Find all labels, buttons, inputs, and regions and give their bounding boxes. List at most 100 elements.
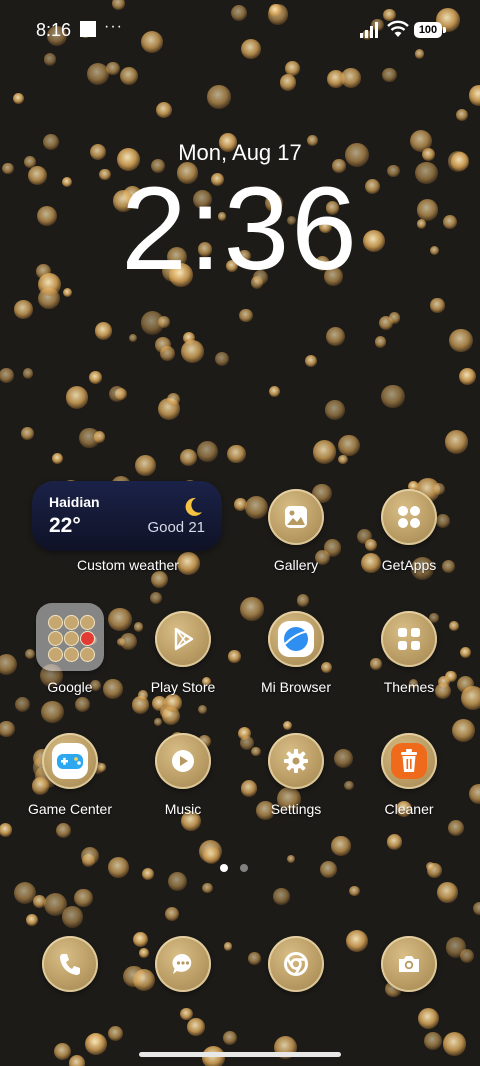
trash-icon	[391, 743, 427, 779]
bokeh-light	[273, 888, 291, 905]
gallery-label: Gallery	[273, 557, 319, 573]
bokeh-light	[120, 633, 137, 650]
folder-app-icon	[80, 615, 95, 630]
bokeh-light	[452, 719, 476, 743]
bokeh-light	[345, 930, 368, 953]
camera-dock-icon[interactable]	[381, 936, 437, 992]
bokeh-light	[24, 648, 35, 659]
bokeh-light	[202, 883, 213, 894]
bokeh-light	[15, 697, 31, 713]
phone-dock-icon[interactable]	[42, 936, 98, 992]
bokeh-light	[382, 67, 397, 83]
cleaner-app-icon[interactable]	[381, 733, 437, 789]
mi-browser-icon	[278, 621, 314, 657]
bokeh-light	[164, 906, 180, 922]
settings-label: Settings	[270, 801, 322, 817]
bokeh-light	[423, 1031, 443, 1051]
bokeh-light	[449, 328, 473, 353]
bokeh-light	[14, 300, 33, 319]
bokeh-light	[157, 315, 171, 329]
camera-icon	[399, 956, 419, 972]
weather-temperature: 22°	[49, 514, 81, 537]
bokeh-light	[448, 819, 465, 836]
getapps-app-icon[interactable]	[381, 489, 437, 545]
bokeh-light	[120, 67, 139, 86]
weather-widget[interactable]: Haidian 22° Good 21	[32, 481, 222, 551]
folder-app-icon	[64, 615, 79, 630]
bokeh-light	[305, 355, 318, 368]
game-center-app-icon[interactable]	[42, 733, 98, 789]
folder-app-icon	[48, 647, 63, 662]
gallery-icon	[285, 506, 307, 528]
bokeh-light	[128, 333, 138, 343]
chrome-dock-icon[interactable]	[268, 936, 324, 992]
bokeh-light	[0, 720, 15, 738]
bokeh-light	[469, 784, 480, 804]
status-bar: 8:16 ··· 100	[0, 0, 480, 60]
bokeh-light	[180, 1007, 193, 1021]
bokeh-light	[79, 427, 100, 448]
bokeh-light	[108, 1025, 124, 1041]
bokeh-light	[196, 441, 218, 463]
bokeh-light	[325, 400, 345, 420]
clock-time[interactable]: 2:36	[0, 170, 480, 288]
bokeh-light	[68, 1055, 86, 1066]
mi-browser-app-icon[interactable]	[268, 611, 324, 667]
more-notifications-icon: ···	[104, 18, 123, 35]
bokeh-light	[341, 67, 361, 88]
page-indicator[interactable]	[0, 862, 480, 874]
messages-dock-icon[interactable]	[155, 936, 211, 992]
bokeh-light	[89, 371, 102, 384]
status-time: 8:16	[36, 20, 72, 40]
cellular-signal-icon	[360, 22, 378, 38]
bokeh-light	[12, 93, 25, 105]
bokeh-light	[0, 654, 17, 676]
play-store-app-icon[interactable]	[155, 611, 211, 667]
bokeh-light	[109, 386, 125, 403]
bokeh-light	[280, 74, 297, 91]
bokeh-light	[153, 717, 163, 727]
bokeh-light	[356, 528, 372, 544]
bokeh-light	[94, 322, 112, 340]
bokeh-light	[334, 748, 354, 768]
bokeh-light	[444, 429, 469, 454]
bokeh-light	[222, 1030, 238, 1046]
home-indicator-bar[interactable]	[139, 1052, 341, 1057]
page-dot[interactable]	[220, 864, 228, 872]
bokeh-light	[455, 108, 469, 122]
getapps-label: GetApps	[381, 557, 437, 573]
wifi-icon	[387, 20, 409, 37]
bokeh-light	[133, 931, 149, 947]
bokeh-light	[338, 455, 348, 465]
bokeh-light	[473, 902, 480, 916]
themes-app-icon[interactable]	[381, 611, 437, 667]
settings-app-icon[interactable]	[268, 733, 324, 789]
moon-icon	[185, 497, 202, 516]
bokeh-light	[65, 386, 89, 409]
bokeh-light	[26, 914, 39, 926]
gallery-app-icon[interactable]	[268, 489, 324, 545]
bokeh-light	[74, 888, 93, 907]
weather-widget-label: Custom weather	[77, 557, 179, 573]
bokeh-light	[430, 298, 445, 313]
bokeh-light	[240, 780, 258, 797]
bokeh-light	[21, 427, 34, 440]
bokeh-light	[325, 326, 345, 346]
bokeh-light	[0, 823, 13, 837]
bokeh-light	[41, 700, 64, 723]
getapps-icon	[398, 506, 420, 528]
music-app-icon[interactable]	[155, 733, 211, 789]
bokeh-light	[239, 597, 264, 621]
bokeh-light	[197, 704, 208, 715]
bokeh-light	[320, 662, 333, 674]
bokeh-light	[53, 1042, 71, 1060]
bokeh-light	[388, 312, 401, 324]
message-bubble-icon	[172, 953, 192, 974]
page-dot[interactable]	[240, 864, 248, 872]
bokeh-light	[432, 482, 446, 496]
bokeh-light	[370, 658, 382, 670]
google-folder[interactable]	[36, 603, 104, 671]
bokeh-light	[139, 948, 150, 958]
bokeh-light	[381, 384, 405, 408]
themes-icon	[398, 628, 420, 650]
